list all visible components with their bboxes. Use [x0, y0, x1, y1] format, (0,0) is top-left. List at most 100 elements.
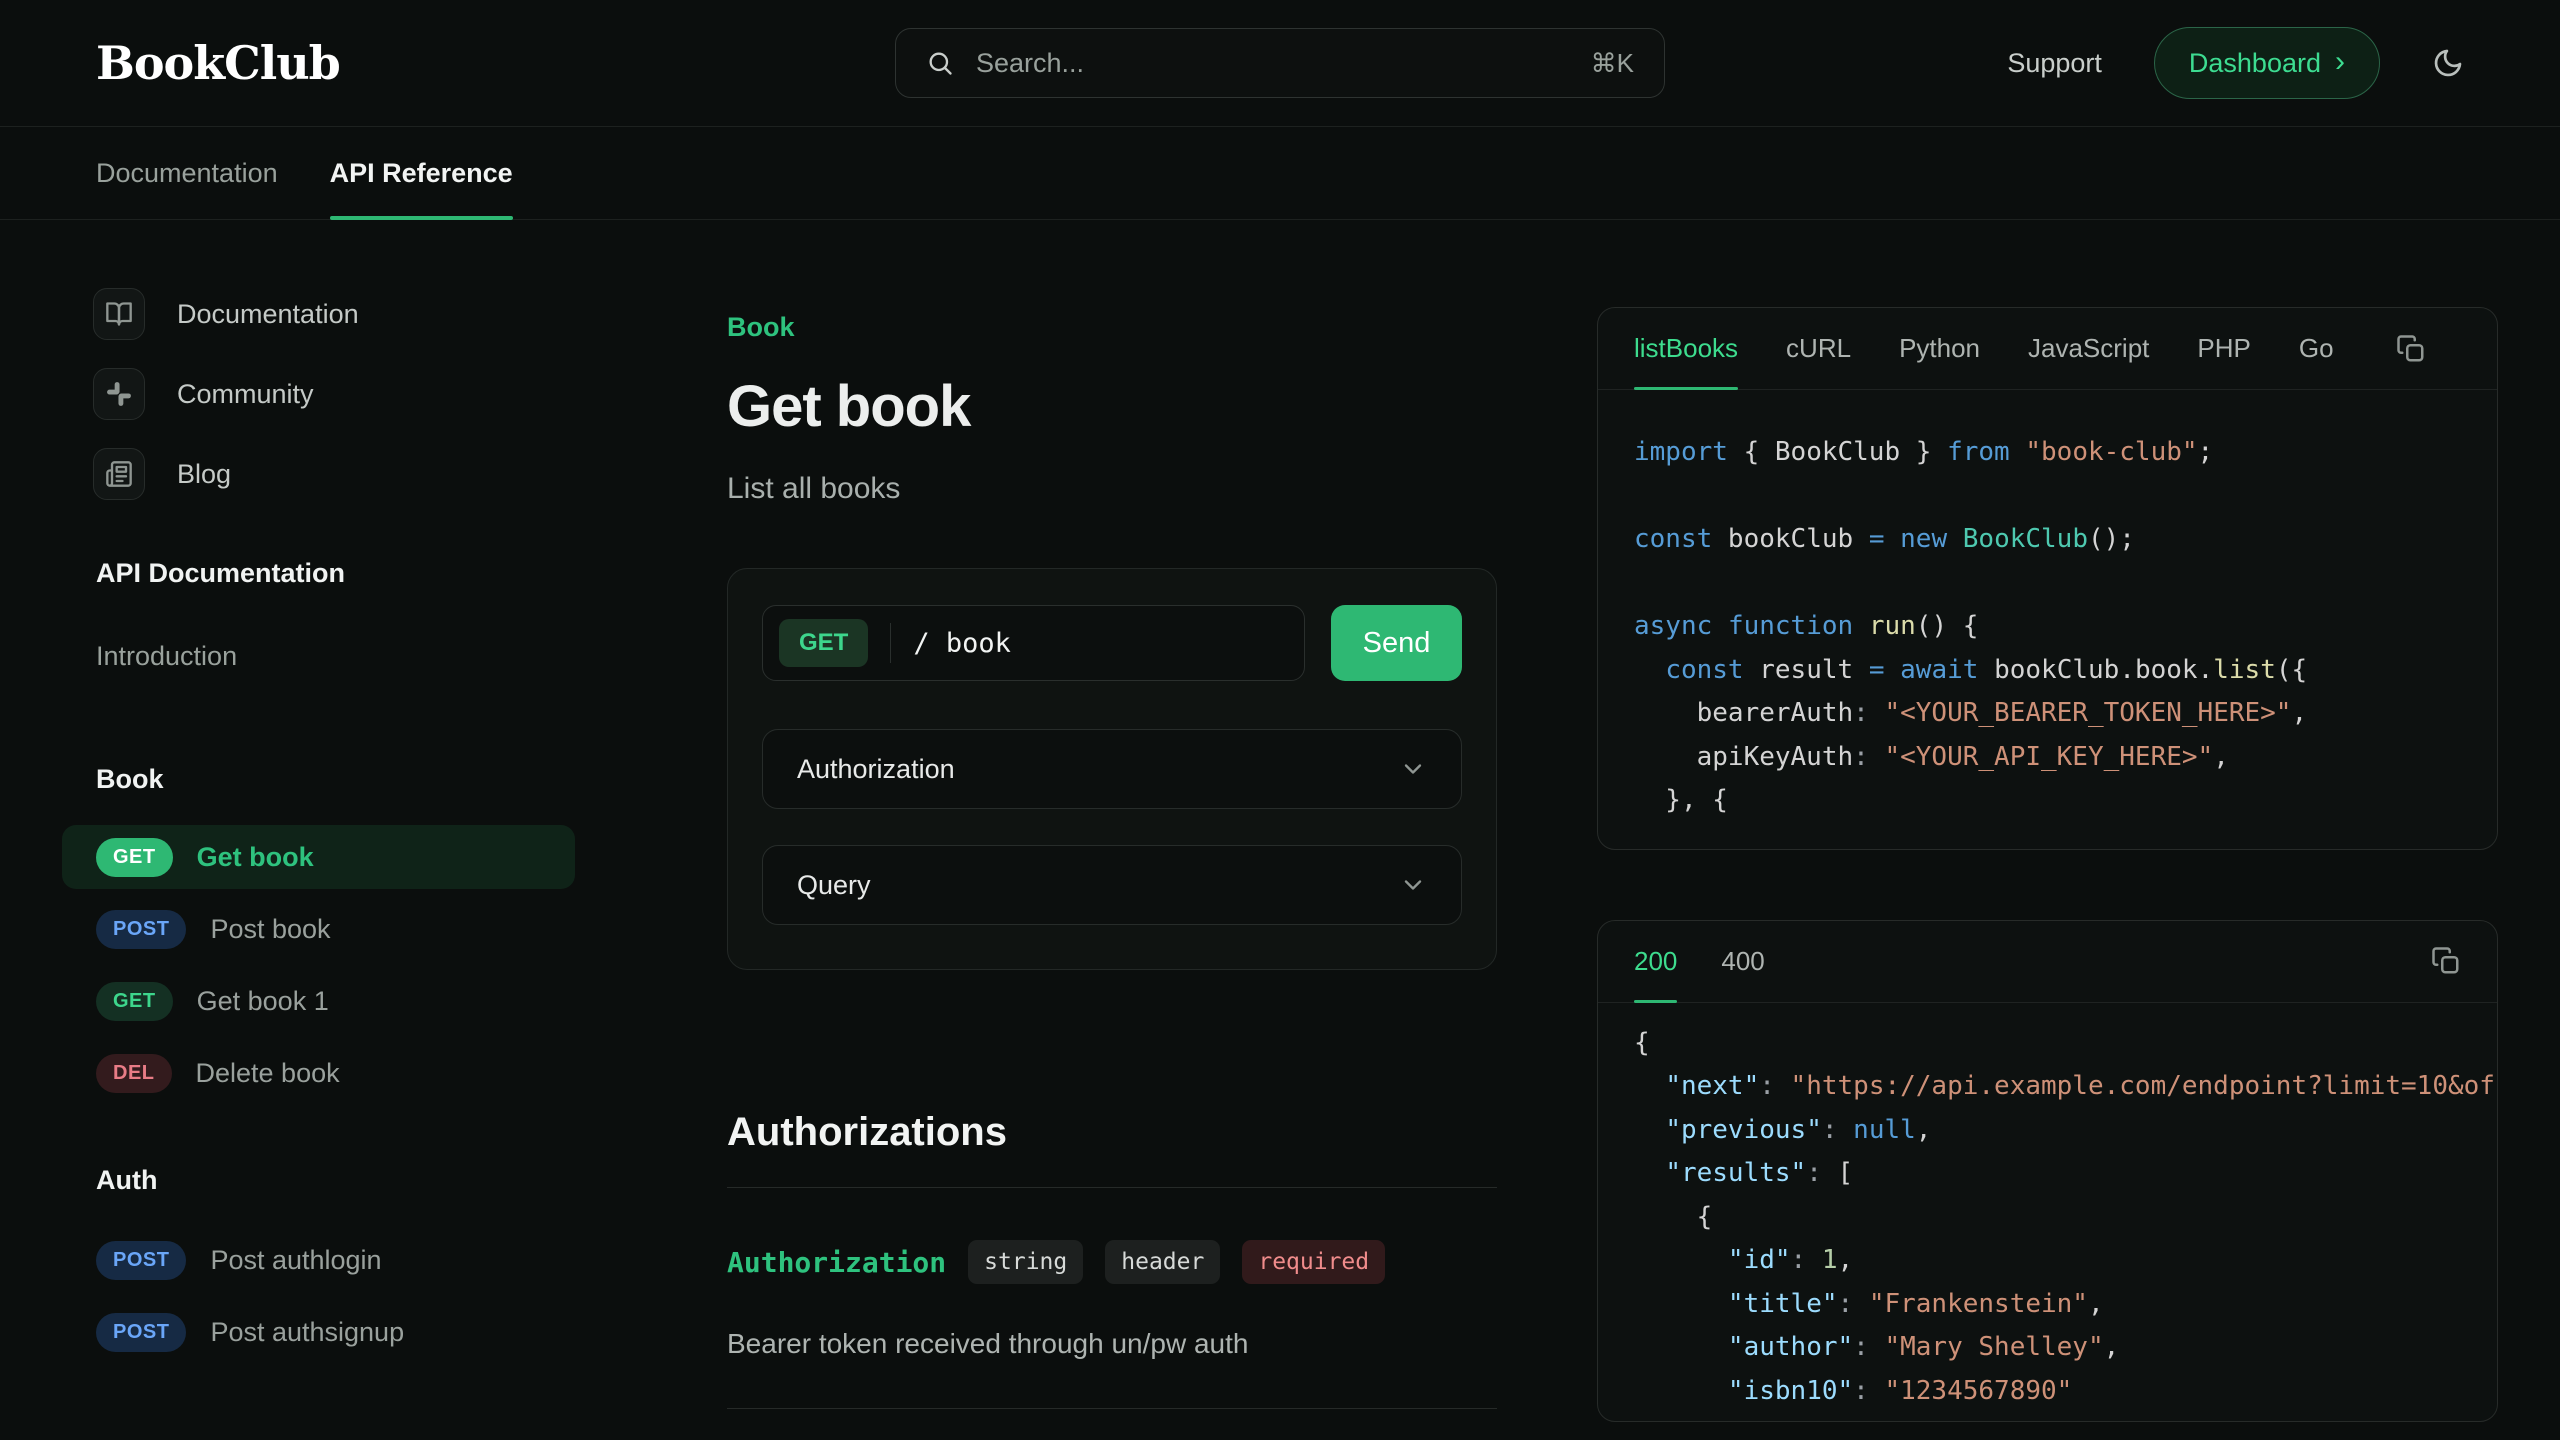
method-badge-post: POST: [96, 1313, 186, 1352]
request-path: / book: [913, 628, 1011, 659]
sidebar-item-post-authlogin[interactable]: POST Post authlogin: [62, 1224, 575, 1296]
query-dropdown[interactable]: Query: [762, 845, 1462, 925]
search-shortcut: ⌘K: [1591, 48, 1634, 79]
sidebar-item-get-book-1[interactable]: GET Get book 1: [62, 965, 575, 1037]
sidebar: Documentation Community Blog: [62, 220, 575, 1368]
code-line: "id": 1,: [1634, 1239, 2461, 1283]
param-name: Authorization: [727, 1246, 946, 1279]
moon-icon: [2432, 47, 2464, 79]
send-button[interactable]: Send: [1331, 605, 1462, 681]
sidebar-item-documentation[interactable]: Documentation: [62, 288, 575, 340]
code-line: import { BookClub } from "book-club";: [1634, 431, 2461, 475]
slack-icon: [93, 368, 145, 420]
tab-400[interactable]: 400: [1721, 921, 1764, 1002]
code-line: [1634, 562, 2461, 606]
code-line: [1634, 475, 2461, 519]
method-badge-post: POST: [96, 1241, 186, 1280]
app-logo[interactable]: BookClub: [96, 36, 340, 90]
page-subtitle: List all books: [727, 472, 1497, 506]
copy-code-button[interactable]: [2396, 334, 2426, 364]
code-line: {: [1634, 1196, 2461, 1240]
code-line: "author": "Mary Shelley",: [1634, 1326, 2461, 1370]
required-badge: required: [1242, 1240, 1385, 1284]
code-line: }, {: [1634, 779, 2461, 823]
search-icon: [926, 49, 954, 77]
tab-javascript[interactable]: JavaScript: [2028, 308, 2149, 389]
response-tabs: 200 400: [1598, 921, 2497, 1003]
dashboard-button[interactable]: Dashboard ›: [2154, 27, 2380, 99]
tab-curl[interactable]: cURL: [1786, 308, 1851, 389]
copy-icon: [2396, 334, 2426, 364]
divider: [890, 623, 891, 663]
tab-api-reference[interactable]: API Reference: [330, 127, 513, 219]
code-line: bearerAuth: "<YOUR_BEARER_TOKEN_HERE>",: [1634, 692, 2461, 736]
sidebar-item-post-authsignup[interactable]: POST Post authsignup: [62, 1296, 575, 1368]
method-badge-del: DEL: [96, 1054, 172, 1093]
page-title: Get book: [727, 373, 1497, 440]
sidebar-item-label: Blog: [177, 459, 231, 490]
chevron-down-icon: [1399, 755, 1427, 783]
sidebar-item-label: Get book 1: [197, 986, 329, 1017]
doc-main: Book Get book List all books GET / book …: [727, 220, 1497, 1409]
tab-python[interactable]: Python: [1899, 308, 1980, 389]
divider: [727, 1187, 1497, 1188]
book-open-icon: [93, 288, 145, 340]
tab-documentation[interactable]: Documentation: [96, 127, 278, 219]
code-sample-panel: listBooks cURL Python JavaScript PHP Go …: [1597, 307, 2498, 850]
support-link[interactable]: Support: [2007, 48, 2102, 79]
param-description: Bearer token received through un/pw auth: [727, 1328, 1497, 1360]
code-tabs: listBooks cURL Python JavaScript PHP Go: [1598, 308, 2497, 390]
type-badge: string: [968, 1240, 1083, 1284]
copy-icon: [2431, 946, 2461, 976]
breadcrumb-tag: Book: [727, 312, 1497, 343]
newspaper-icon: [93, 448, 145, 500]
code-line: const bookClub = new BookClub();: [1634, 518, 2461, 562]
sidebar-item-blog[interactable]: Blog: [62, 448, 575, 500]
code-line: {: [1634, 1022, 2461, 1066]
sidebar-item-label: Community: [177, 379, 314, 410]
doc-nav-tabs: Documentation API Reference: [0, 127, 2560, 220]
response-body: { "next": "https://api.example.com/endpo…: [1598, 1003, 2497, 1422]
code-column: listBooks cURL Python JavaScript PHP Go …: [1597, 220, 2498, 1422]
chevron-down-icon: [1399, 871, 1427, 899]
sidebar-section-api-documentation: API Documentation: [62, 558, 575, 589]
code-line: apiKeyAuth: "<YOUR_API_KEY_HERE>",: [1634, 736, 2461, 780]
sidebar-item-label: Delete book: [196, 1058, 340, 1089]
code-line: const result = await bookClub.book.list(…: [1634, 649, 2461, 693]
copy-response-button[interactable]: [2431, 946, 2461, 976]
sidebar-item-get-book[interactable]: GET Get book: [62, 825, 575, 889]
tab-php[interactable]: PHP: [2197, 308, 2250, 389]
app-header: BookClub Search... ⌘K Support Dashboard …: [0, 0, 2560, 127]
method-badge-get: GET: [779, 619, 868, 667]
method-badge-get: GET: [96, 982, 173, 1021]
sidebar-item-introduction[interactable]: Introduction: [62, 641, 575, 672]
search-input[interactable]: Search... ⌘K: [895, 28, 1665, 98]
chevron-right-icon: ›: [2335, 47, 2345, 77]
sidebar-item-label: Get book: [197, 842, 314, 873]
divider: [727, 1408, 1497, 1409]
sidebar-item-label: Post authlogin: [210, 1245, 381, 1276]
code-sample: import { BookClub } from "book-club"; co…: [1598, 390, 2497, 849]
sidebar-item-delete-book[interactable]: DEL Delete book: [62, 1037, 575, 1109]
sidebar-item-post-book[interactable]: POST Post book: [62, 893, 575, 965]
tab-go[interactable]: Go: [2299, 308, 2334, 389]
sidebar-section-auth: Auth: [62, 1165, 575, 1196]
tab-200[interactable]: 200: [1634, 921, 1677, 1002]
search-placeholder: Search...: [976, 48, 1569, 79]
code-line: "results": [: [1634, 1152, 2461, 1196]
code-line: "previous": null,: [1634, 1109, 2461, 1153]
method-badge-post: POST: [96, 910, 186, 949]
dark-mode-toggle[interactable]: [2432, 47, 2464, 79]
tab-listbooks[interactable]: listBooks: [1634, 308, 1738, 389]
method-badge-get: GET: [96, 838, 173, 877]
location-badge: header: [1105, 1240, 1220, 1284]
request-path-bar[interactable]: GET / book: [762, 605, 1305, 681]
code-line: async function run() {: [1634, 605, 2461, 649]
code-line: "isbn10": "1234567890": [1634, 1370, 2461, 1414]
authorization-dropdown[interactable]: Authorization: [762, 729, 1462, 809]
sidebar-item-community[interactable]: Community: [62, 368, 575, 420]
code-line: "next": "https://api.example.com/endpoin…: [1634, 1065, 2461, 1109]
sidebar-item-label: Post authsignup: [210, 1317, 404, 1348]
response-panel: 200 400 { "next": "https://api.example.c…: [1597, 920, 2498, 1423]
sidebar-section-book: Book: [62, 764, 575, 795]
